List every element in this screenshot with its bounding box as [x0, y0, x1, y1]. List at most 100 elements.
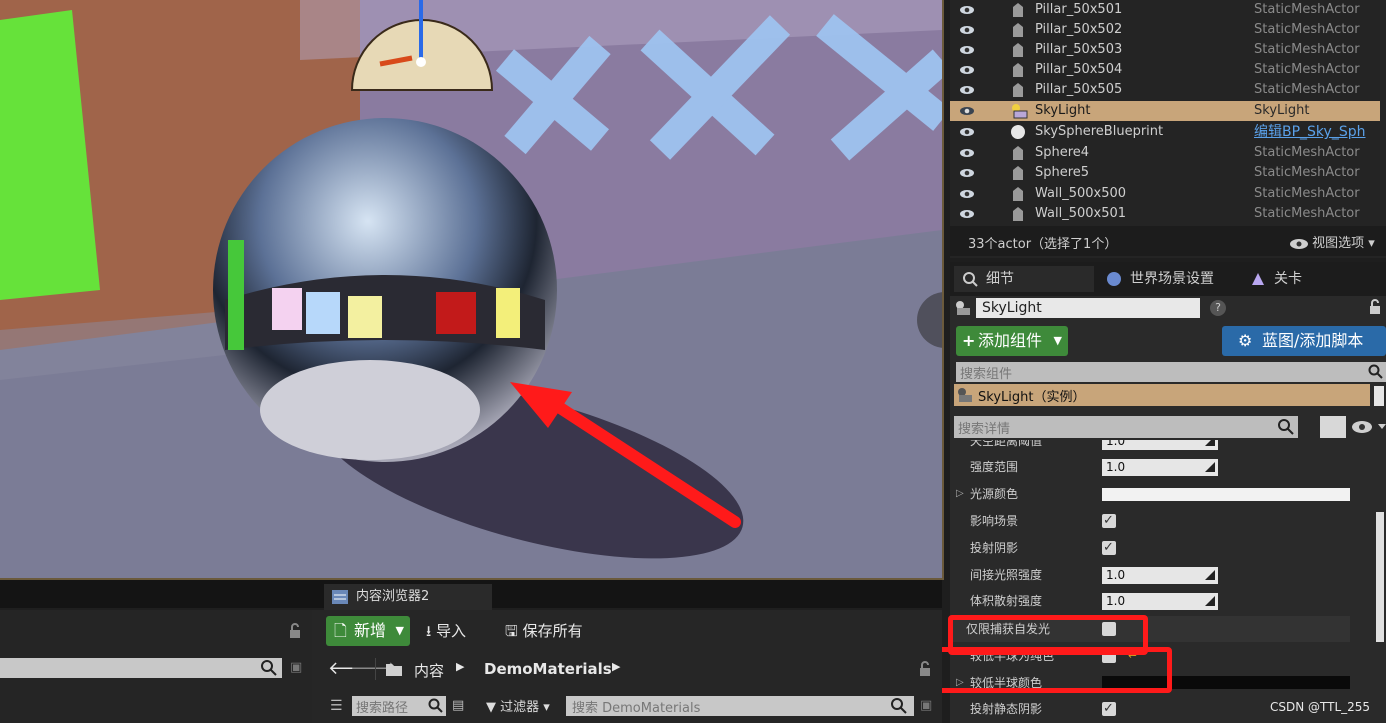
eye-icon[interactable]: [960, 23, 974, 37]
actor-type: SkyLight: [1254, 103, 1310, 118]
tab-level[interactable]: 关卡: [1248, 266, 1348, 292]
sphere-icon: [1010, 124, 1026, 140]
sources-search-input[interactable]: [0, 658, 282, 678]
number-value: 1.0: [1106, 440, 1126, 448]
tab-world-settings[interactable]: 世界场景设置: [1102, 266, 1232, 292]
actor-type: StaticMeshActor: [1254, 2, 1360, 17]
grid-view-icon[interactable]: [1320, 416, 1346, 438]
path-separator-icon: ▶: [612, 660, 621, 673]
static-mesh-icon: [1010, 186, 1026, 202]
search-path-input[interactable]: 搜索路径: [352, 696, 446, 716]
cast-shadows-checkbox[interactable]: [1102, 535, 1116, 561]
outliner-row[interactable]: Sphere4 StaticMeshActor: [950, 143, 1380, 163]
skylight-icon: [956, 301, 970, 315]
eye-icon[interactable]: [960, 43, 974, 57]
outliner-row[interactable]: Pillar_50x501 StaticMeshActor: [950, 0, 1380, 20]
lock-icon[interactable]: [1368, 298, 1382, 316]
outliner-row[interactable]: Wall_500x501 StaticMeshActor: [950, 204, 1380, 224]
number-value: 1.0: [1106, 568, 1126, 582]
blueprint-button[interactable]: ⚙ 蓝图/添加脚本: [1222, 326, 1386, 356]
eye-icon[interactable]: [960, 166, 974, 180]
affects-world-checkbox[interactable]: [1102, 508, 1116, 534]
path-content[interactable]: 内容: [414, 660, 444, 681]
view-options-button[interactable]: 视图选项 ▾: [1290, 232, 1375, 251]
path-separator-icon: ▶: [456, 660, 465, 673]
search-components-input[interactable]: 搜索组件: [956, 362, 1386, 382]
content-browser: 内容浏览器2 ▣ 🗋 新增 ▼ ⭳ 导入 🖫 保存所有 🡐 🡒 内容 ▶ Dem…: [0, 580, 942, 723]
actor-name-field[interactable]: SkyLight: [976, 298, 1200, 318]
level-viewport[interactable]: [0, 0, 944, 580]
eye-icon[interactable]: [960, 83, 974, 97]
search-assets-placeholder: 搜索 DemoMaterials: [572, 701, 701, 716]
number-field[interactable]: 1.0: [1102, 440, 1218, 450]
static-mesh-icon: [1010, 2, 1026, 18]
property-label: 影响场景: [970, 514, 1019, 528]
outliner-row-selected[interactable]: SkyLight SkyLight: [950, 101, 1380, 121]
save-all-label: 保存所有: [522, 622, 583, 640]
search-components-placeholder: 搜索组件: [960, 367, 1013, 382]
tab-details[interactable]: 细节: [954, 266, 1094, 292]
path-folder[interactable]: DemoMaterials: [484, 660, 612, 678]
outliner-row[interactable]: Sphere5 StaticMeshActor: [950, 163, 1380, 183]
add-new-button[interactable]: 🗋 新增 ▼: [326, 616, 410, 646]
tab-content-browser[interactable]: 内容浏览器2: [324, 584, 492, 610]
search-details-placeholder: 搜索详情: [958, 422, 1011, 437]
save-icon[interactable]: ▣: [920, 698, 932, 713]
expand-arrow-icon[interactable]: ▷: [956, 481, 964, 507]
watermark: CSDN @TTL_255: [1270, 700, 1371, 714]
outliner-row[interactable]: Pillar_50x502 StaticMeshActor: [950, 20, 1380, 40]
eye-icon[interactable]: [960, 207, 974, 221]
save-icon[interactable]: ▣: [290, 660, 302, 675]
component-instance-row[interactable]: SkyLight（实例）: [954, 384, 1370, 406]
actor-name: Wall_500x501: [1035, 206, 1127, 221]
search-assets-input[interactable]: 搜索 DemoMaterials: [566, 696, 914, 716]
save-all-button[interactable]: 🖫 保存所有: [505, 620, 583, 646]
help-icon[interactable]: ?: [1210, 300, 1226, 316]
eye-icon[interactable]: [960, 63, 974, 77]
actor-count: 33个actor（选择了1个）: [968, 237, 1118, 252]
actor-type: StaticMeshActor: [1254, 186, 1360, 201]
outliner-row[interactable]: Wall_500x500 StaticMeshActor: [950, 184, 1380, 204]
cast-static-shadow-checkbox[interactable]: [1102, 696, 1116, 722]
eye-icon[interactable]: [960, 104, 974, 118]
eye-icon[interactable]: [960, 125, 974, 139]
edit-blueprint-link[interactable]: 编辑BP_Sky_Sph: [1254, 122, 1365, 142]
actor-name: Sphere5: [1035, 165, 1090, 180]
intensity-scale-field[interactable]: 1.0: [1102, 459, 1218, 476]
details-scrollbar[interactable]: [1376, 512, 1384, 642]
static-mesh-icon: [1010, 165, 1026, 181]
light-color-swatch[interactable]: [1102, 488, 1350, 501]
outliner-row[interactable]: Pillar_50x503 StaticMeshActor: [950, 40, 1380, 60]
outliner-footer: 33个actor（选择了1个） 视图选项 ▾: [950, 226, 1386, 256]
lock-icon[interactable]: [288, 622, 302, 640]
actor-type: StaticMeshActor: [1254, 206, 1360, 221]
eye-icon[interactable]: [960, 3, 974, 17]
blueprint-button-label: 蓝图/添加脚本: [1262, 331, 1364, 350]
property-label: 光源颜色: [970, 487, 1019, 501]
outliner-row[interactable]: Pillar_50x504 StaticMeshActor: [950, 60, 1380, 80]
globe-icon: [1107, 272, 1121, 286]
filters-button[interactable]: ▼ 过滤器 ▾: [486, 696, 550, 715]
eye-icon[interactable]: [960, 146, 974, 160]
eye-icon[interactable]: [960, 187, 974, 201]
outliner-row[interactable]: Pillar_50x505 StaticMeshActor: [950, 80, 1380, 100]
content-browser-icon: [332, 590, 348, 604]
viewport-scene: [0, 0, 942, 578]
static-mesh-icon: [1010, 42, 1026, 58]
actor-name: Pillar_50x505: [1035, 82, 1123, 97]
actor-type: StaticMeshActor: [1254, 82, 1360, 97]
actor-name: Pillar_50x503: [1035, 42, 1123, 57]
search-details-input[interactable]: 搜索详情: [954, 416, 1298, 438]
property-row: 间接光照强度 1.0: [950, 562, 1350, 588]
import-button[interactable]: ⭳ 导入: [426, 620, 466, 646]
search-icon: [891, 698, 907, 714]
list-view-icon[interactable]: ☰: [330, 698, 343, 714]
columns-icon[interactable]: ▤: [452, 698, 464, 713]
lock-icon[interactable]: [918, 660, 932, 678]
outliner-row[interactable]: SkySphereBlueprint 编辑BP_Sky_Sph: [950, 122, 1380, 142]
eye-icon[interactable]: [1352, 420, 1386, 434]
scrollbar-thumb[interactable]: [1374, 386, 1384, 406]
volumetric-intensity-field[interactable]: 1.0: [1102, 593, 1218, 610]
add-component-button[interactable]: + 添加组件 ▼: [956, 326, 1068, 356]
indirect-intensity-field[interactable]: 1.0: [1102, 567, 1218, 584]
